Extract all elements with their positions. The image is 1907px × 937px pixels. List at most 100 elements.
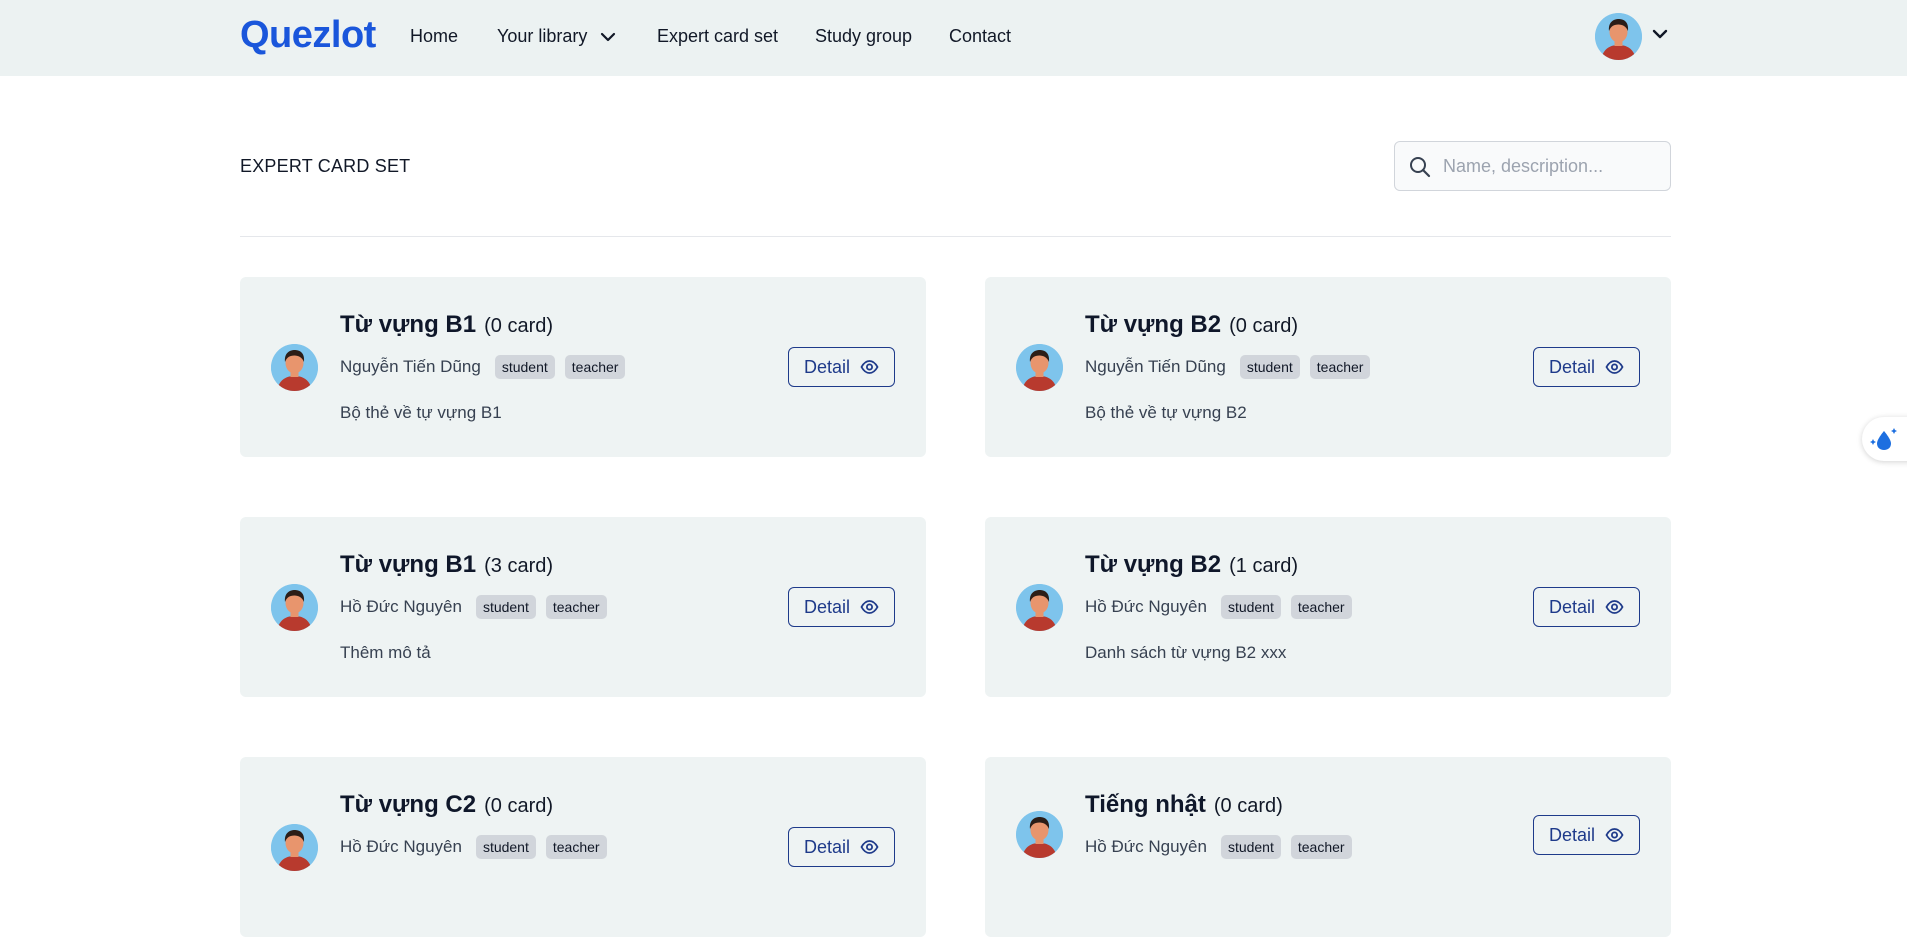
card-author: Hồ Đức Nguyên [340, 597, 462, 616]
author-avatar-icon [1016, 584, 1063, 631]
card-author: Nguyễn Tiến Dũng [340, 357, 481, 376]
author-avatar [1016, 344, 1063, 391]
card-author-row: Hồ Đức Nguyên student teacher [1085, 835, 1352, 859]
role-badge-student: student [1239, 355, 1300, 379]
card-title-row: Từ vựng B2 (1 card) [1085, 551, 1298, 579]
page-title: EXPERT CARD SET [240, 156, 411, 176]
navbar: Quezlot Home Your library Expert card se… [0, 0, 1907, 76]
eye-icon [860, 360, 879, 374]
card-author: Hồ Đức Nguyên [340, 837, 462, 856]
card-set: Từ vựng B2 (0 card) Nguyễn Tiến Dũng stud… [985, 277, 1671, 457]
role-badge-student: student [1220, 595, 1281, 619]
author-avatar-icon [271, 344, 318, 391]
card-title-row: Từ vựng B1 (3 card) [340, 551, 553, 579]
role-badge-teacher: teacher [545, 835, 607, 859]
author-avatar-icon [1016, 811, 1063, 858]
card-description: Bộ thẻ về tự vựng B2 [1085, 403, 1247, 422]
nav-expert-card-set[interactable]: Expert card set [657, 26, 778, 47]
author-avatar-icon [1016, 344, 1063, 391]
card-count: (0 card) [484, 795, 554, 817]
role-badge-student: student [1220, 835, 1281, 859]
author-avatar-icon [271, 584, 318, 631]
card-title: Từ vựng B1 [340, 311, 477, 338]
card-title-row: Tiếng nhật (0 card) [1085, 791, 1283, 819]
card-author: Hồ Đức Nguyên [1085, 597, 1207, 616]
card-author-row: Hồ Đức Nguyên student teacher [340, 835, 607, 859]
nav-study-group[interactable]: Study group [815, 26, 912, 47]
nav-home[interactable]: Home [410, 26, 458, 47]
card-author-row: Hồ Đức Nguyên student teacher [1085, 595, 1352, 619]
detail-button[interactable]: Detail [1533, 587, 1640, 627]
card-count: (0 card) [1229, 315, 1299, 337]
detail-button[interactable]: Detail [788, 587, 895, 627]
divider [240, 236, 1671, 237]
role-badge-student: student [475, 595, 536, 619]
nav-your-library[interactable]: Your library [497, 26, 616, 47]
detail-button-label: Detail [803, 596, 851, 617]
eye-icon [1605, 360, 1624, 374]
role-badge-teacher: teacher [564, 355, 626, 379]
detail-button-label: Detail [1548, 596, 1596, 617]
card-description: Danh sách từ vựng B2 xxx [1085, 643, 1287, 662]
card-count: (0 card) [1213, 795, 1283, 817]
role-badge-teacher: teacher [1290, 835, 1352, 859]
card-set: Từ vựng C2 (0 card) Hồ Đức Nguyên student… [240, 757, 926, 937]
card-description: Thêm mô tả [340, 643, 431, 662]
user-menu-chevron-icon[interactable] [1652, 29, 1668, 39]
card-title: Từ vựng C2 [340, 791, 477, 818]
eye-icon [860, 600, 879, 614]
card-title: Từ vựng B2 [1085, 551, 1222, 578]
search-box[interactable] [1394, 141, 1671, 191]
nav-contact[interactable]: Contact [949, 26, 1011, 47]
card-title: Tiếng nhật [1085, 791, 1206, 818]
author-avatar [271, 824, 318, 871]
card-title: Từ vựng B2 [1085, 311, 1222, 338]
card-author-row: Nguyễn Tiến Dũng student teacher [1085, 355, 1371, 379]
role-badge-teacher: teacher [1290, 595, 1352, 619]
search-input[interactable] [1443, 142, 1663, 190]
nav-your-library-label: Your library [497, 26, 588, 46]
eye-icon [860, 840, 879, 854]
card-title: Từ vựng B1 [340, 551, 477, 578]
detail-button[interactable]: Detail [1533, 347, 1640, 387]
detail-button[interactable]: Detail [788, 347, 895, 387]
water-drop-sparkle-icon [1870, 428, 1897, 450]
user-avatar[interactable] [1595, 13, 1642, 60]
detail-button-label: Detail [1548, 356, 1596, 377]
role-badge-student: student [494, 355, 555, 379]
card-set: Từ vựng B1 (0 card) Nguyễn Tiến Dũng stud… [240, 277, 926, 457]
detail-button[interactable]: Detail [1533, 815, 1640, 855]
card-count: (1 card) [1229, 555, 1299, 577]
card-author-row: Nguyễn Tiến Dũng student teacher [340, 355, 626, 379]
eye-icon [1605, 828, 1624, 842]
card-set: Từ vựng B1 (3 card) Hồ Đức Nguyên student… [240, 517, 926, 697]
role-badge-teacher: teacher [1309, 355, 1371, 379]
card-author: Hồ Đức Nguyên [1085, 837, 1207, 856]
detail-button-label: Detail [803, 836, 851, 857]
author-avatar [271, 344, 318, 391]
role-badge-teacher: teacher [545, 595, 607, 619]
user-avatar-icon [1595, 13, 1642, 60]
card-count: (0 card) [484, 315, 554, 337]
card-count: (3 card) [484, 555, 554, 577]
detail-button-label: Detail [803, 356, 851, 377]
author-avatar [271, 584, 318, 631]
card-title-row: Từ vựng B2 (0 card) [1085, 311, 1298, 339]
role-badge-student: student [475, 835, 536, 859]
chevron-down-icon [601, 33, 616, 42]
search-icon [1410, 157, 1431, 178]
card-set: Tiếng nhật (0 card) Hồ Đức Nguyên student… [985, 757, 1671, 937]
card-title-row: Từ vựng B1 (0 card) [340, 311, 553, 339]
logo[interactable]: Quezlot [240, 14, 376, 57]
card-set: Từ vựng B2 (1 card) Hồ Đức Nguyên student… [985, 517, 1671, 697]
floating-side-widget[interactable] [1862, 417, 1907, 461]
detail-button-label: Detail [1548, 824, 1596, 845]
card-author-row: Hồ Đức Nguyên student teacher [340, 595, 607, 619]
card-description: Bộ thẻ về tự vựng B1 [340, 403, 502, 422]
eye-icon [1605, 600, 1624, 614]
detail-button[interactable]: Detail [788, 827, 895, 867]
card-author: Nguyễn Tiến Dũng [1085, 357, 1226, 376]
author-avatar [1016, 584, 1063, 631]
card-title-row: Từ vựng C2 (0 card) [340, 791, 553, 819]
author-avatar [1016, 811, 1063, 858]
